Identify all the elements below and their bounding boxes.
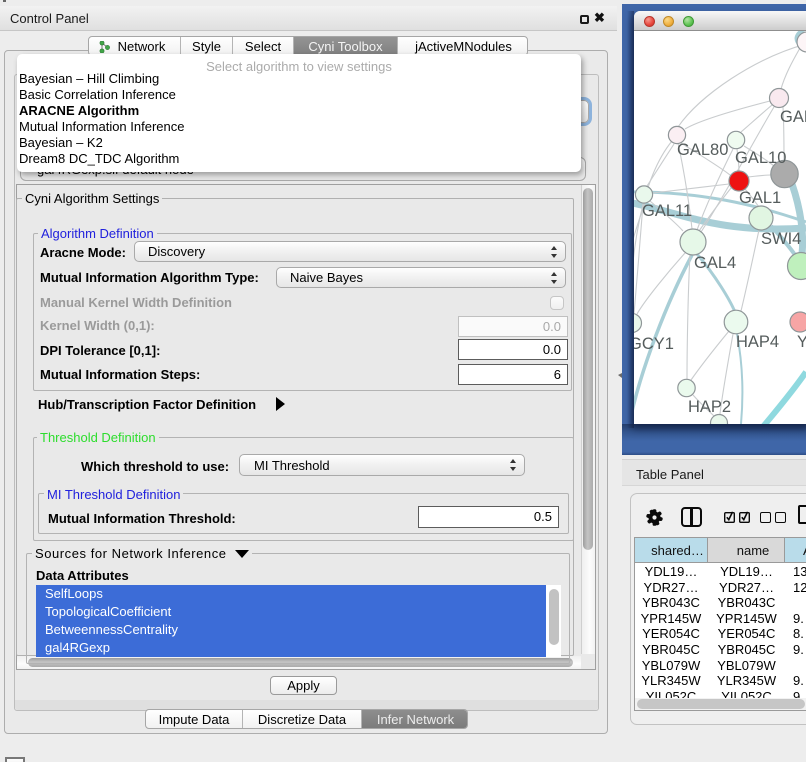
svg-text:GCY1: GCY1	[634, 335, 674, 353]
svg-text:HAP2: HAP2	[688, 398, 731, 416]
svg-text:HAP4: HAP4	[736, 333, 779, 351]
svg-text:GAL1: GAL1	[739, 189, 781, 207]
svg-text:GAL4: GAL4	[694, 254, 736, 272]
svg-text:GAL80: GAL80	[677, 141, 728, 159]
svg-text:GAL11: GAL11	[642, 202, 692, 220]
svg-text:GAL7: GAL7	[780, 108, 806, 126]
svg-text:Y: Y	[797, 333, 806, 351]
svg-text:GAL10: GAL10	[735, 149, 786, 167]
svg-text:SWI4: SWI4	[761, 230, 801, 248]
